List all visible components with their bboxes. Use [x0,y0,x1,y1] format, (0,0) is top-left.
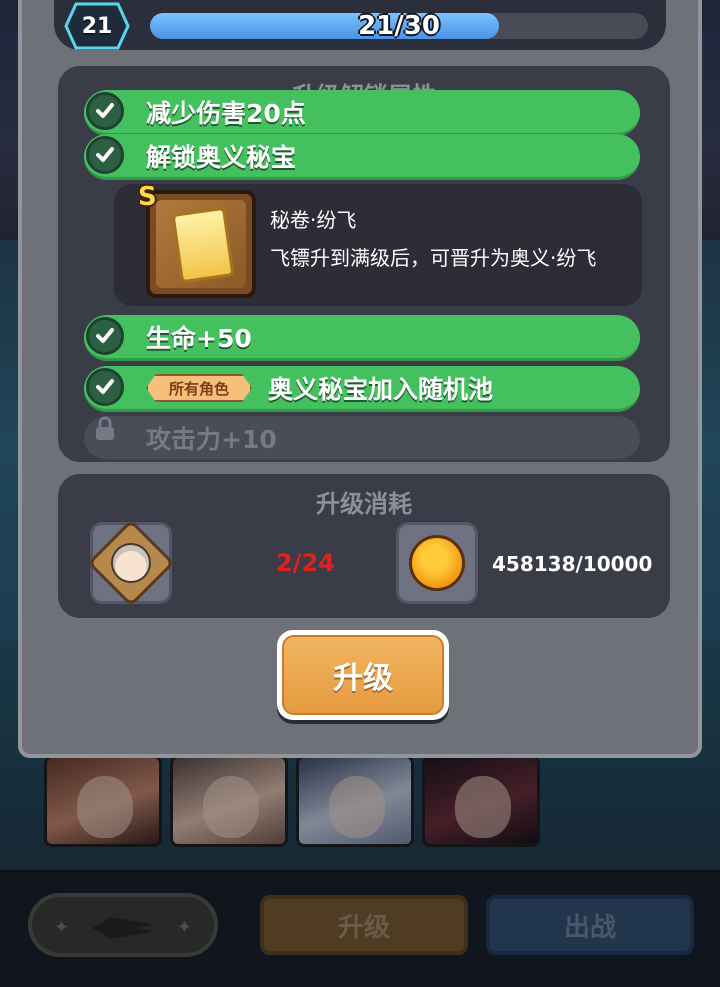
attribute-row-locked: 攻击力+10 [84,416,640,462]
attribute-row: 减少伤害20点 [84,90,640,136]
level-number: 21 [81,13,113,39]
treasure-icon: S [138,182,256,298]
upgrade-cost-panel: 升级消耗 2/24 458138/10000 [58,474,670,618]
level-badge: 21 [62,0,132,52]
attribute-row: 生命+50 [84,315,640,361]
treasure-card[interactable]: S 秘卷·纷飞 飞镖升到满级后，可晋升为奥义·纷飞 [114,182,642,306]
fragment-cost-amount: 2/24 [276,549,335,577]
upgrade-button[interactable]: 升级 [277,630,449,720]
attribute-row: 解锁奥义秘宝 [84,134,640,180]
gold-coin-icon[interactable] [396,522,478,604]
exp-progress-text: 21/30 [358,11,440,41]
coin-disc [409,535,465,591]
attribute-label: 生命+50 [146,323,252,353]
attribute-label: 奥义秘宝加入随机池 [268,374,494,404]
attribute-label: 攻击力+10 [146,424,277,454]
attribute-label: 减少伤害20点 [146,98,306,128]
exp-progress-track: 21/30 [150,11,648,41]
treasure-name: 秘卷·纷飞 [270,208,357,232]
attribute-label: 解锁奥义秘宝 [146,142,297,172]
gold-cost-amount: 458138/10000 [492,552,653,576]
check-icon [86,92,124,130]
treasure-description: 飞镖升到满级后，可晋升为奥义·纷飞 [270,246,597,270]
check-icon [86,368,124,406]
panel-title: 升级消耗 [316,490,412,518]
attribute-row: 所有角色 奥义秘宝加入随机池 [84,366,640,412]
upgrade-modal: 升级解锁属性 减少伤害20点 解锁奥义秘宝 S 秘卷·纷飞 飞镖升到满级后，可晋… [18,0,702,758]
scroll-icon [171,206,235,284]
unlock-attributes-panel: 升级解锁属性 减少伤害20点 解锁奥义秘宝 S 秘卷·纷飞 飞镖升到满级后，可晋… [58,66,670,462]
hero-fragment-badge [87,519,175,607]
lock-icon [96,416,114,440]
all-characters-tag: 所有角色 [146,374,252,402]
hero-face [111,543,151,583]
rarity-badge: S [138,182,157,212]
upgrade-button-label: 升级 [282,635,444,715]
check-icon [86,136,124,174]
treasure-icon-frame [156,200,246,288]
check-icon [86,317,124,355]
hero-fragment-icon[interactable] [87,519,175,607]
